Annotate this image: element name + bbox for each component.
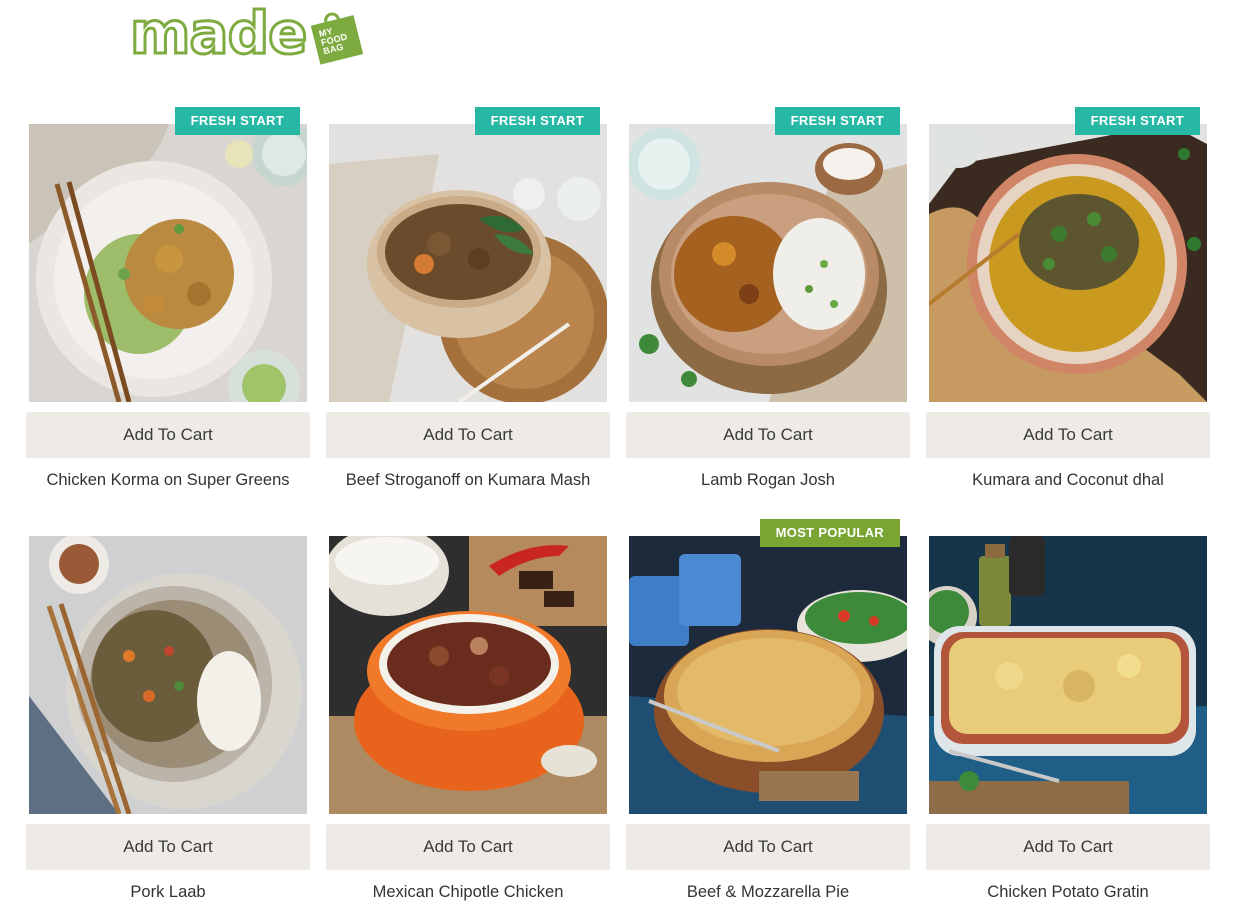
product-name[interactable]: Chicken Potato Gratin bbox=[926, 883, 1210, 902]
fresh-start-badge: FRESH START bbox=[174, 107, 300, 135]
brand-logo[interactable]: made MY FOOD BAG bbox=[128, 0, 364, 67]
fresh-start-badge: FRESH START bbox=[774, 107, 900, 135]
beef-pie-photo[interactable] bbox=[629, 536, 907, 814]
add-to-cart-button[interactable]: Add To Cart bbox=[926, 824, 1210, 870]
mexican-chipotle-photo[interactable] bbox=[329, 536, 607, 814]
add-to-cart-button[interactable]: Add To Cart bbox=[326, 824, 610, 870]
product-name[interactable]: Chicken Korma on Super Greens bbox=[26, 471, 310, 490]
beef-stroganoff-photo[interactable] bbox=[329, 124, 607, 402]
add-to-cart-button[interactable]: Add To Cart bbox=[326, 412, 610, 458]
product-name[interactable]: Beef & Mozzarella Pie bbox=[626, 883, 910, 902]
most-popular-badge: MOST POPULAR bbox=[759, 519, 900, 547]
add-to-cart-button[interactable]: Add To Cart bbox=[26, 824, 310, 870]
add-to-cart-button[interactable]: Add To Cart bbox=[26, 412, 310, 458]
fresh-start-badge: FRESH START bbox=[1074, 107, 1200, 135]
fresh-start-badge: FRESH START bbox=[474, 107, 600, 135]
add-to-cart-button[interactable]: Add To Cart bbox=[926, 412, 1210, 458]
pork-laab-photo[interactable] bbox=[29, 536, 307, 814]
chicken-gratin-photo[interactable] bbox=[929, 536, 1207, 814]
product-name[interactable]: Pork Laab bbox=[26, 883, 310, 902]
chicken-korma-photo[interactable] bbox=[29, 124, 307, 402]
product-name[interactable]: Mexican Chipotle Chicken bbox=[326, 883, 610, 902]
add-to-cart-button[interactable]: Add To Cart bbox=[626, 824, 910, 870]
bag-icon: MY FOOD BAG bbox=[307, 7, 365, 65]
add-to-cart-button[interactable]: Add To Cart bbox=[626, 412, 910, 458]
lamb-rogan-josh-photo[interactable] bbox=[629, 124, 907, 402]
logo-wordmark: made bbox=[128, 0, 308, 67]
product-name[interactable]: Kumara and Coconut dhal bbox=[926, 471, 1210, 490]
product-name[interactable]: Beef Stroganoff on Kumara Mash bbox=[326, 471, 610, 490]
product-name[interactable]: Lamb Rogan Josh bbox=[626, 471, 910, 490]
kumara-dhal-photo[interactable] bbox=[929, 124, 1207, 402]
